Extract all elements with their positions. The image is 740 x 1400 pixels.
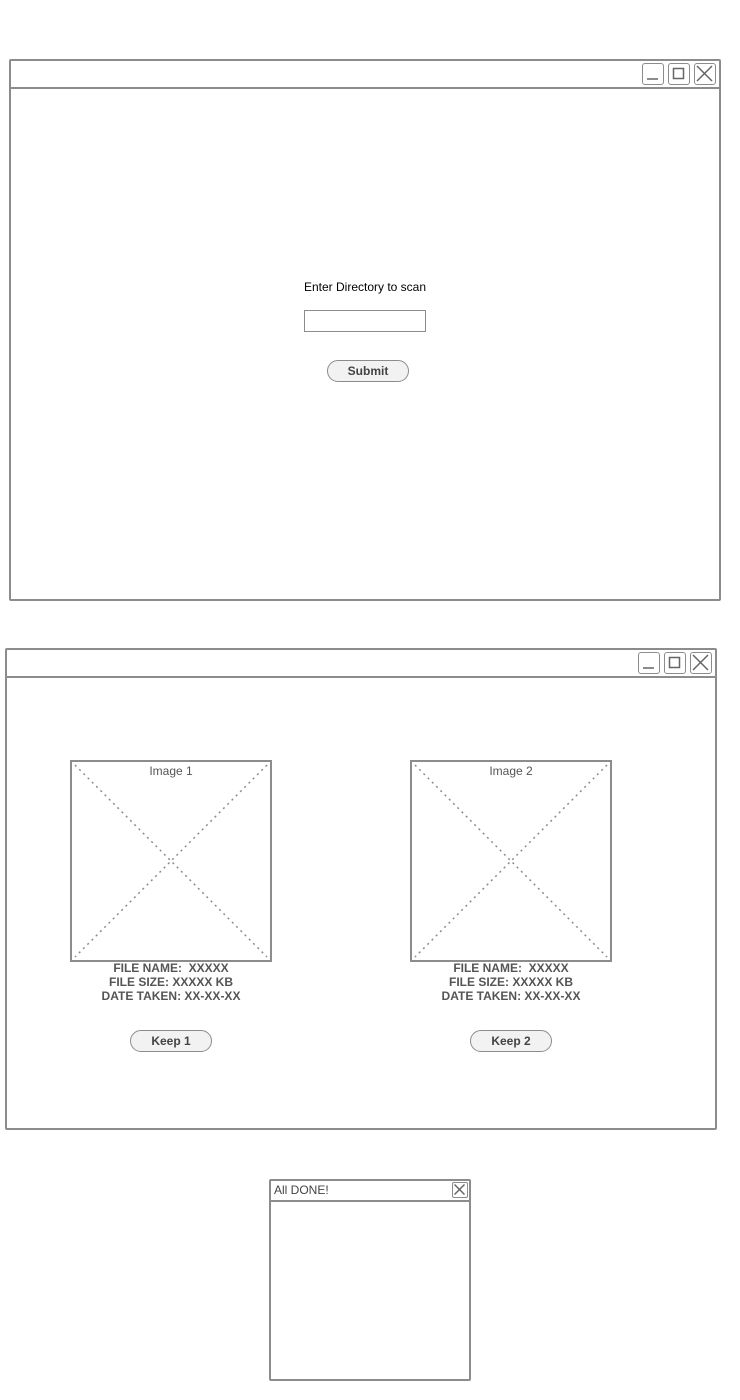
image-2-date-taken: DATE TAKEN: XX-XX-XX bbox=[441, 989, 581, 1003]
submit-button[interactable]: Submit bbox=[327, 360, 409, 382]
image-placeholder-icon bbox=[74, 764, 268, 958]
image-1-file-name: FILE NAME: XXXXX bbox=[113, 961, 229, 975]
image-1-label: Image 1 bbox=[149, 764, 193, 778]
maximize-icon[interactable] bbox=[664, 652, 686, 674]
image-2-file-size: FILE SIZE: XXXXX KB bbox=[448, 975, 574, 989]
keep-2-button[interactable]: Keep 2 bbox=[470, 1030, 552, 1052]
image-1-metadata: FILE NAME: XXXXX FILE SIZE: XXXXX KB DAT… bbox=[70, 961, 272, 1003]
directory-prompt-label: Enter Directory to scan bbox=[303, 280, 427, 294]
image-2-metadata: FILE NAME: XXXXX FILE SIZE: XXXXX KB DAT… bbox=[410, 961, 612, 1003]
compare-window-titlebar[interactable] bbox=[7, 650, 715, 678]
image-1-date-taken: DATE TAKEN: XX-XX-XX bbox=[101, 989, 241, 1003]
done-dialog-titlebar[interactable]: All DONE! bbox=[271, 1181, 469, 1202]
scan-window-titlebar[interactable] bbox=[11, 61, 719, 89]
close-icon[interactable] bbox=[452, 1182, 468, 1198]
directory-input[interactable] bbox=[304, 310, 426, 332]
image-1-placeholder: Image 1 bbox=[70, 760, 272, 962]
close-icon[interactable] bbox=[690, 652, 712, 674]
image-1-file-size: FILE SIZE: XXXXX KB bbox=[108, 975, 234, 989]
minimize-icon[interactable] bbox=[642, 63, 664, 85]
minimize-icon[interactable] bbox=[638, 652, 660, 674]
scan-window: Enter Directory to scan Submit bbox=[9, 59, 721, 601]
close-icon[interactable] bbox=[694, 63, 716, 85]
compare-window: Image 1 FILE NAME: XXXXX FILE SIZE: XXXX… bbox=[5, 648, 717, 1130]
done-dialog: All DONE! bbox=[269, 1179, 471, 1381]
maximize-icon[interactable] bbox=[668, 63, 690, 85]
done-dialog-title: All DONE! bbox=[274, 1183, 329, 1197]
keep-1-button[interactable]: Keep 1 bbox=[130, 1030, 212, 1052]
image-2-placeholder: Image 2 bbox=[410, 760, 612, 962]
image-2-file-name: FILE NAME: XXXXX bbox=[453, 961, 569, 975]
image-2-label: Image 2 bbox=[489, 764, 533, 778]
image-placeholder-icon bbox=[414, 764, 608, 958]
